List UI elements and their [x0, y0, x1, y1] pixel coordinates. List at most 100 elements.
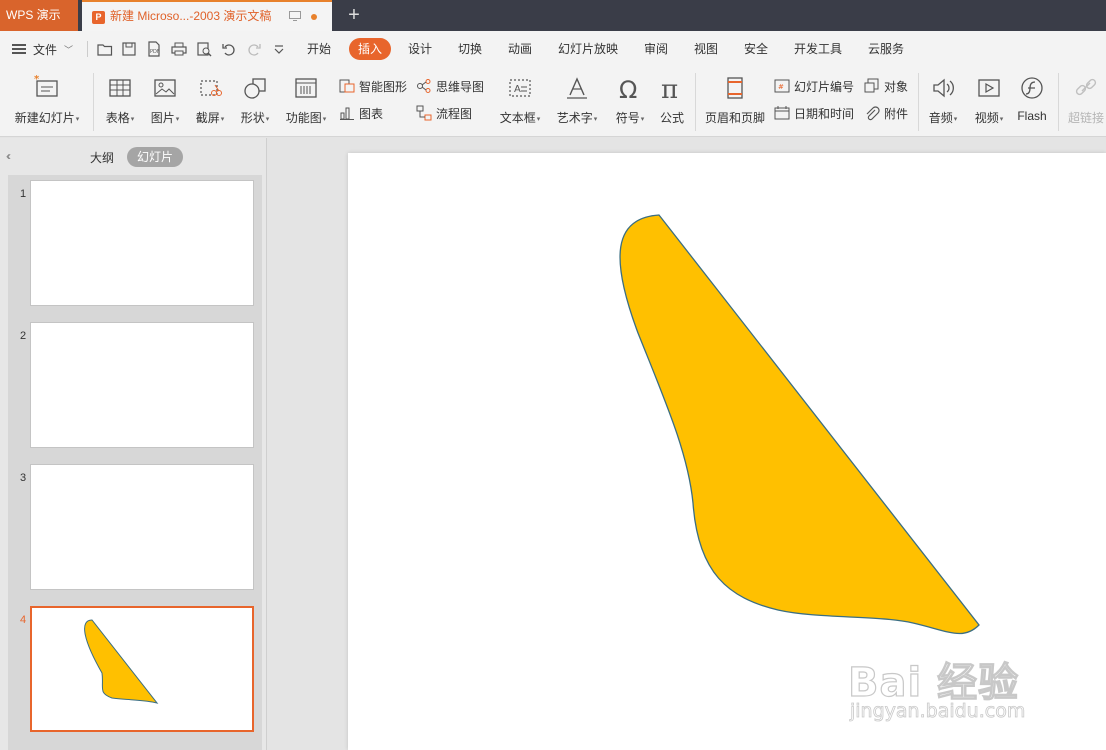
hyperlink-button[interactable]: 超链接 [1066, 73, 1106, 133]
date-time-button[interactable]: 日期和时间 [774, 103, 854, 123]
object-label: 对象 [884, 79, 909, 94]
flash-label: Flash [1017, 109, 1047, 123]
audio-label: 音频 [928, 111, 953, 125]
thumbnail-freeform-shape [84, 619, 159, 704]
table-button[interactable]: 表格▾ [101, 73, 139, 133]
video-button[interactable]: 视频▾ [970, 73, 1008, 133]
new-slide-label: 新建幻灯片 [14, 111, 75, 125]
slide-thumbnail-4[interactable] [30, 606, 254, 732]
customize-dropdown-icon[interactable] [270, 40, 288, 58]
smart-art-label: 智能图形 [359, 79, 408, 94]
flowchart-icon [416, 105, 432, 121]
screenshot-label: 截屏 [195, 111, 220, 125]
header-footer-button[interactable]: 页眉和页脚 [702, 73, 768, 133]
slide-thumbnail-1[interactable] [30, 180, 254, 306]
paperclip-icon [866, 106, 880, 121]
new-tab-button[interactable]: + [342, 4, 366, 28]
save-icon[interactable] [120, 40, 138, 58]
app-name: WPS 演示 [6, 8, 61, 22]
table-label: 表格 [105, 111, 130, 125]
function-chart-icon [295, 78, 317, 98]
formula-button[interactable]: π 公式 [654, 73, 690, 133]
chevron-down-icon: ﹀ [64, 44, 74, 55]
function-chart-button[interactable]: 功能图▾ [282, 73, 330, 133]
open-folder-icon[interactable] [96, 40, 114, 58]
thumbnail-shape-preview [84, 619, 159, 704]
document-tab[interactable]: P 新建 Microso...-2003 演示文稿 [82, 0, 332, 31]
slide-number-label: 幻灯片编号 [794, 79, 855, 94]
shapes-label: 形状 [240, 111, 265, 125]
flash-icon [1021, 77, 1043, 99]
new-slide-button[interactable]: * 新建幻灯片▾ [10, 73, 84, 133]
bar-chart-icon [340, 107, 354, 120]
print-preview-icon[interactable] [195, 40, 213, 58]
slide-number: 4 [20, 614, 27, 626]
unsaved-dot-icon[interactable] [311, 14, 317, 20]
slide-thumbnail-2[interactable] [30, 322, 254, 448]
svg-text:π: π [661, 75, 678, 103]
text-box-button[interactable]: A 文本框▾ [495, 73, 545, 133]
divider [93, 73, 94, 131]
tab-outline[interactable]: 大纲 [90, 149, 114, 166]
slide-panel: ‹‹ 大纲 幻灯片 1 2 3 4 [0, 138, 267, 750]
video-label: 视频 [974, 111, 999, 125]
object-button[interactable]: 对象 [864, 76, 908, 96]
svg-text:PDF: PDF [150, 49, 160, 55]
shapes-button[interactable]: 形状▾ [236, 73, 274, 133]
tab-view[interactable]: 视图 [694, 38, 718, 60]
link-icon [1075, 78, 1097, 96]
screenshot-button[interactable]: 截屏▾ [191, 73, 229, 133]
attachment-button[interactable]: 附件 [864, 103, 908, 123]
freeform-shape[interactable] [619, 214, 980, 635]
mind-map-button[interactable]: 思维导图 [416, 76, 484, 96]
chart-label: 图表 [359, 106, 384, 121]
picture-button[interactable]: 图片▾ [146, 73, 184, 133]
watermark-url: jingyan.baidu.com [850, 700, 1026, 723]
tab-security[interactable]: 安全 [744, 38, 768, 60]
ribbon-toolbar: * 新建幻灯片▾ 表格▾ 图片▾ 截屏▾ 形状▾ 功能图▾ 智能图形 图表 思维… [0, 67, 1106, 137]
mind-map-icon [417, 79, 431, 93]
tab-insert[interactable]: 插入 [349, 38, 392, 60]
tab-transitions[interactable]: 切换 [458, 38, 482, 60]
file-menu-button[interactable]: 文件 ﹀ [12, 38, 73, 60]
audio-button[interactable]: 音频▾ [924, 73, 962, 133]
table-icon [109, 79, 131, 97]
divider [695, 73, 696, 131]
word-art-label: 艺术字 [556, 111, 593, 125]
flowchart-button[interactable]: 流程图 [416, 103, 472, 123]
pi-icon: π [661, 75, 678, 103]
app-menu-button[interactable]: WPS 演示 [0, 0, 78, 31]
monitor-icon[interactable] [289, 11, 301, 21]
tab-animations[interactable]: 动画 [508, 38, 532, 60]
tab-developer[interactable]: 开发工具 [794, 38, 842, 60]
collapse-panel-icon[interactable]: ‹‹ [6, 149, 11, 163]
slide-number: 2 [20, 330, 27, 342]
tab-review[interactable]: 审阅 [644, 38, 668, 60]
word-art-button[interactable]: 艺术字▾ [552, 73, 602, 133]
omega-icon: Ω [619, 76, 637, 103]
presentation-file-icon: P [92, 11, 105, 24]
slide-number: 3 [20, 472, 27, 484]
video-icon [978, 79, 1000, 97]
smart-art-icon [339, 79, 355, 93]
slide-thumbnail-3[interactable] [30, 464, 254, 590]
flash-button[interactable]: Flash [1014, 73, 1050, 133]
tab-slides[interactable]: 幻灯片 [127, 147, 183, 167]
divider [1058, 73, 1059, 131]
symbol-button[interactable]: Ω 符号▾ [610, 73, 650, 133]
print-icon[interactable] [170, 40, 188, 58]
svg-text:A: A [514, 84, 521, 95]
slide-number-button[interactable]: # 幻灯片编号 [774, 76, 854, 96]
tab-cloud-services[interactable]: 云服务 [868, 38, 904, 60]
undo-icon[interactable] [220, 40, 238, 58]
smart-art-button[interactable]: 智能图形 [339, 76, 407, 96]
redo-icon[interactable] [245, 40, 263, 58]
title-bar: WPS 演示 P 新建 Microso...-2003 演示文稿 + [0, 0, 1106, 31]
chart-button[interactable]: 图表 [339, 103, 383, 123]
tab-home[interactable]: 开始 [307, 38, 331, 60]
formula-label: 公式 [659, 111, 684, 125]
text-box-icon: A [509, 79, 531, 97]
tab-design[interactable]: 设计 [408, 38, 432, 60]
export-pdf-icon[interactable]: PDF [145, 40, 163, 58]
tab-slide-show[interactable]: 幻灯片放映 [558, 38, 618, 60]
